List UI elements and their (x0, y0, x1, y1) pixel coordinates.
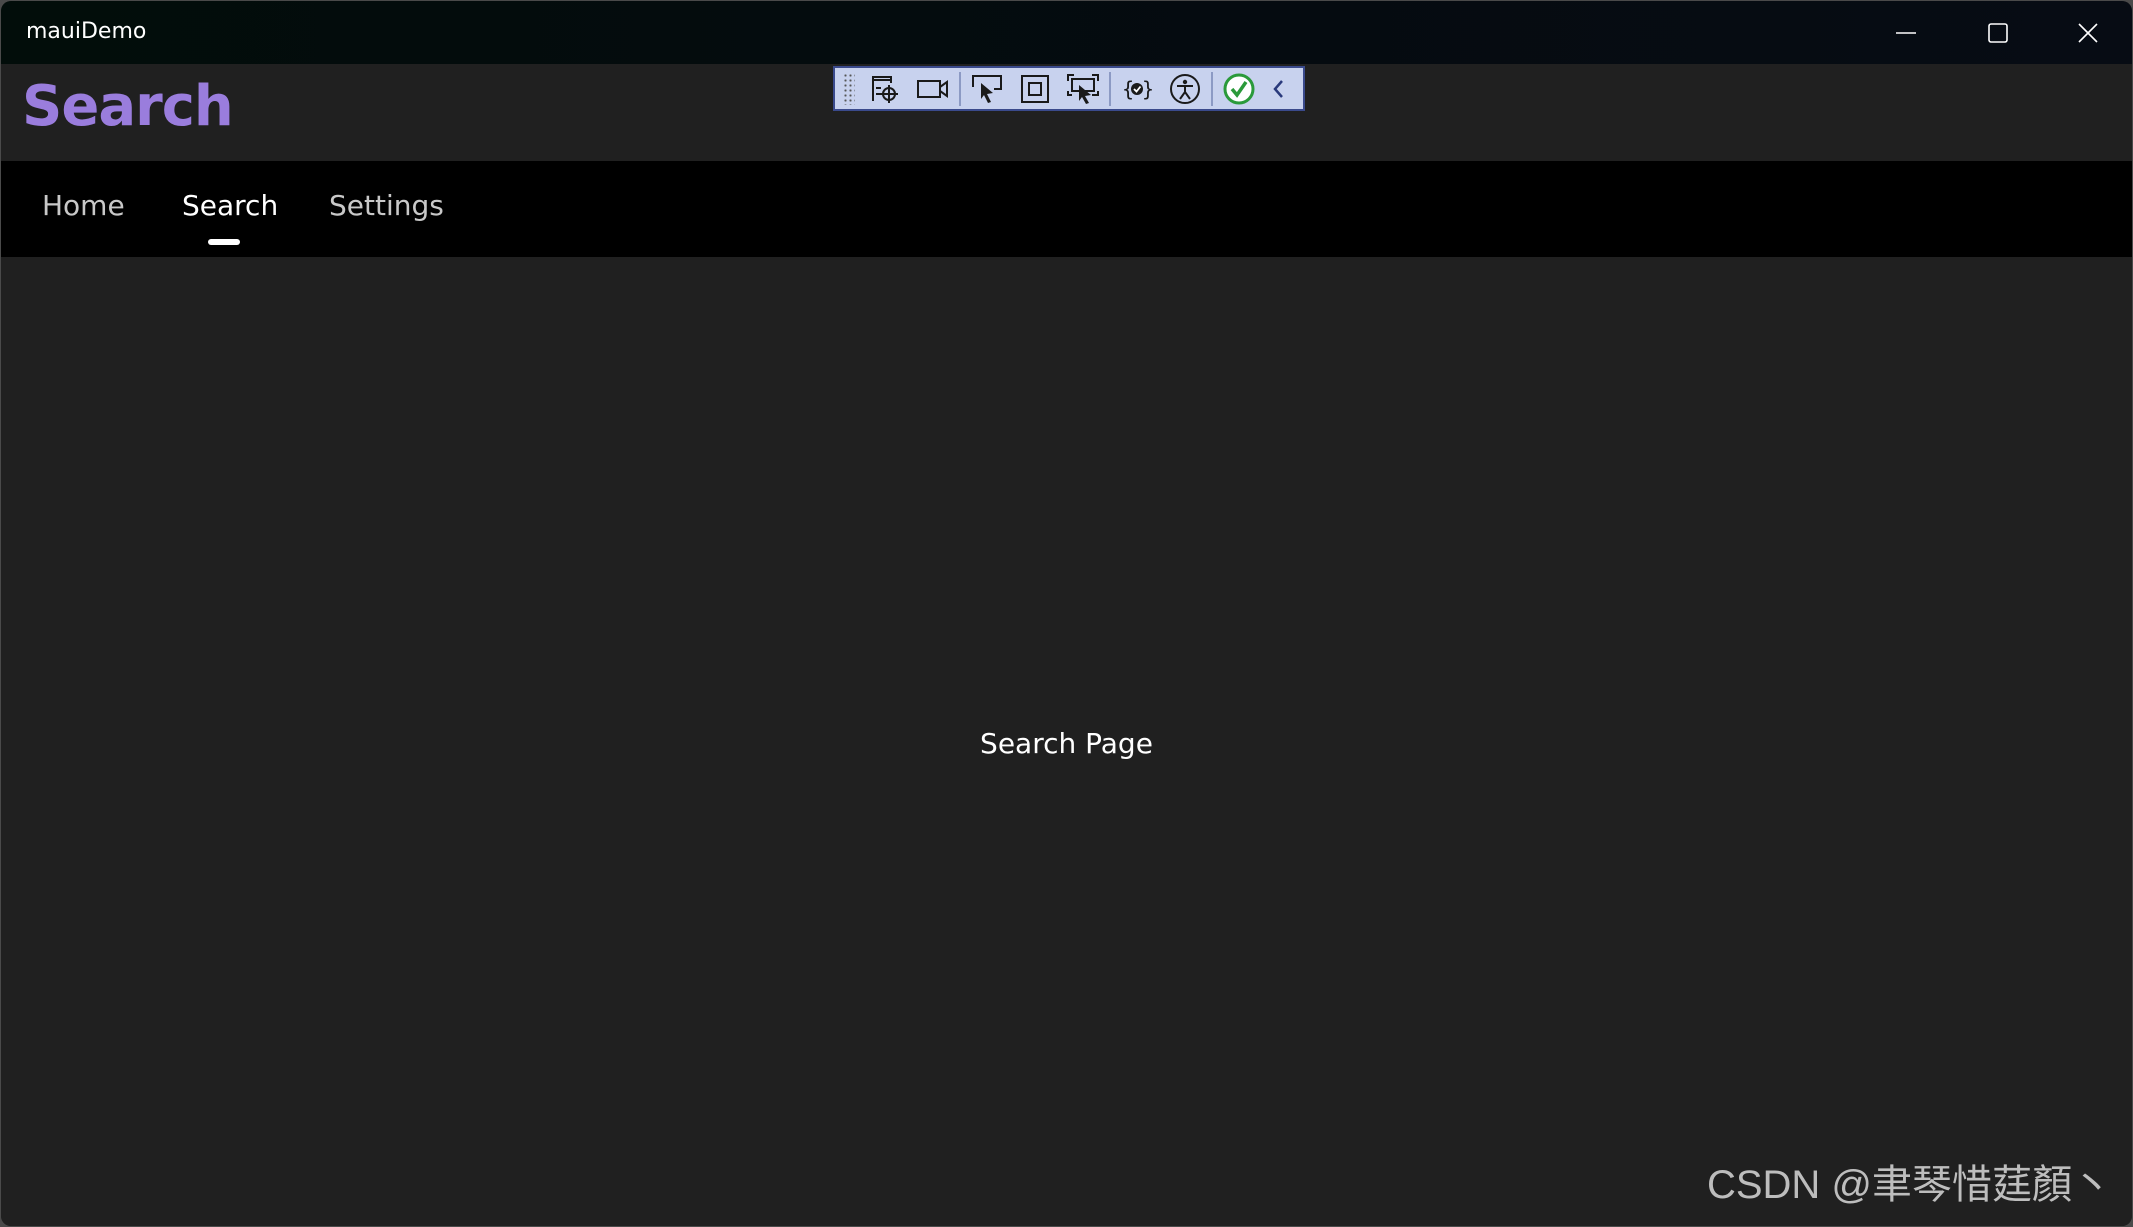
live-visual-tree-icon (872, 75, 898, 103)
active-tab-indicator (208, 239, 240, 245)
in-app-recording-button[interactable] (909, 68, 957, 109)
accessibility-icon (1170, 73, 1200, 104)
hot-reload-status-button[interactable] (1215, 68, 1263, 109)
tab-search[interactable]: Search (182, 189, 278, 222)
app-window: mauiDemo Search {Home Search Settings S… (1, 1, 2132, 1226)
layout-adorners-button[interactable] (1011, 68, 1059, 109)
maximize-button[interactable] (1952, 1, 2044, 64)
page-title: Search (22, 74, 234, 139)
layout-adorner-icon (1021, 74, 1049, 103)
binding-failures-button[interactable]: { } (1113, 68, 1161, 109)
toolbar-separator (959, 71, 961, 106)
title-bar[interactable]: mauiDemo (1, 1, 2132, 64)
xaml-dev-toolbar: { } (833, 66, 1305, 111)
svg-text:}: } (1142, 77, 1152, 101)
video-camera-icon (917, 79, 948, 98)
track-focus-icon (1067, 73, 1099, 104)
chevron-left-icon (1273, 79, 1283, 98)
tab-settings[interactable]: Settings (329, 189, 444, 222)
binding-check-icon: { } (1122, 77, 1152, 101)
select-element-icon (972, 74, 1002, 103)
minimize-icon (1896, 31, 1916, 34)
check-circle-icon (1223, 73, 1255, 104)
collapse-toolbar-button[interactable] (1263, 68, 1293, 109)
close-button[interactable] (2042, 1, 2132, 64)
tab-home[interactable]: Home (42, 189, 125, 222)
maximize-icon (1988, 22, 2008, 43)
accessibility-checker-button[interactable] (1161, 68, 1209, 109)
track-focus-button[interactable] (1059, 68, 1107, 109)
close-icon (2078, 22, 2098, 43)
search-page-label: Search Page (980, 727, 1153, 760)
minimize-button[interactable] (1860, 1, 1952, 64)
toolbar-drag-handle[interactable] (843, 72, 855, 105)
live-visual-tree-button[interactable] (861, 68, 909, 109)
watermark: CSDN @聿琴惜莛顏丶 (1706, 1163, 2112, 1207)
page-content: Search Page CSDN @聿琴惜莛顏丶 (1, 257, 2132, 1226)
toolbar-separator (1109, 71, 1111, 106)
toolbar-separator (1211, 71, 1213, 106)
app-title: mauiDemo (26, 19, 147, 44)
tab-bar: Home Search Settings (1, 161, 2132, 257)
select-element-button[interactable] (963, 68, 1011, 109)
